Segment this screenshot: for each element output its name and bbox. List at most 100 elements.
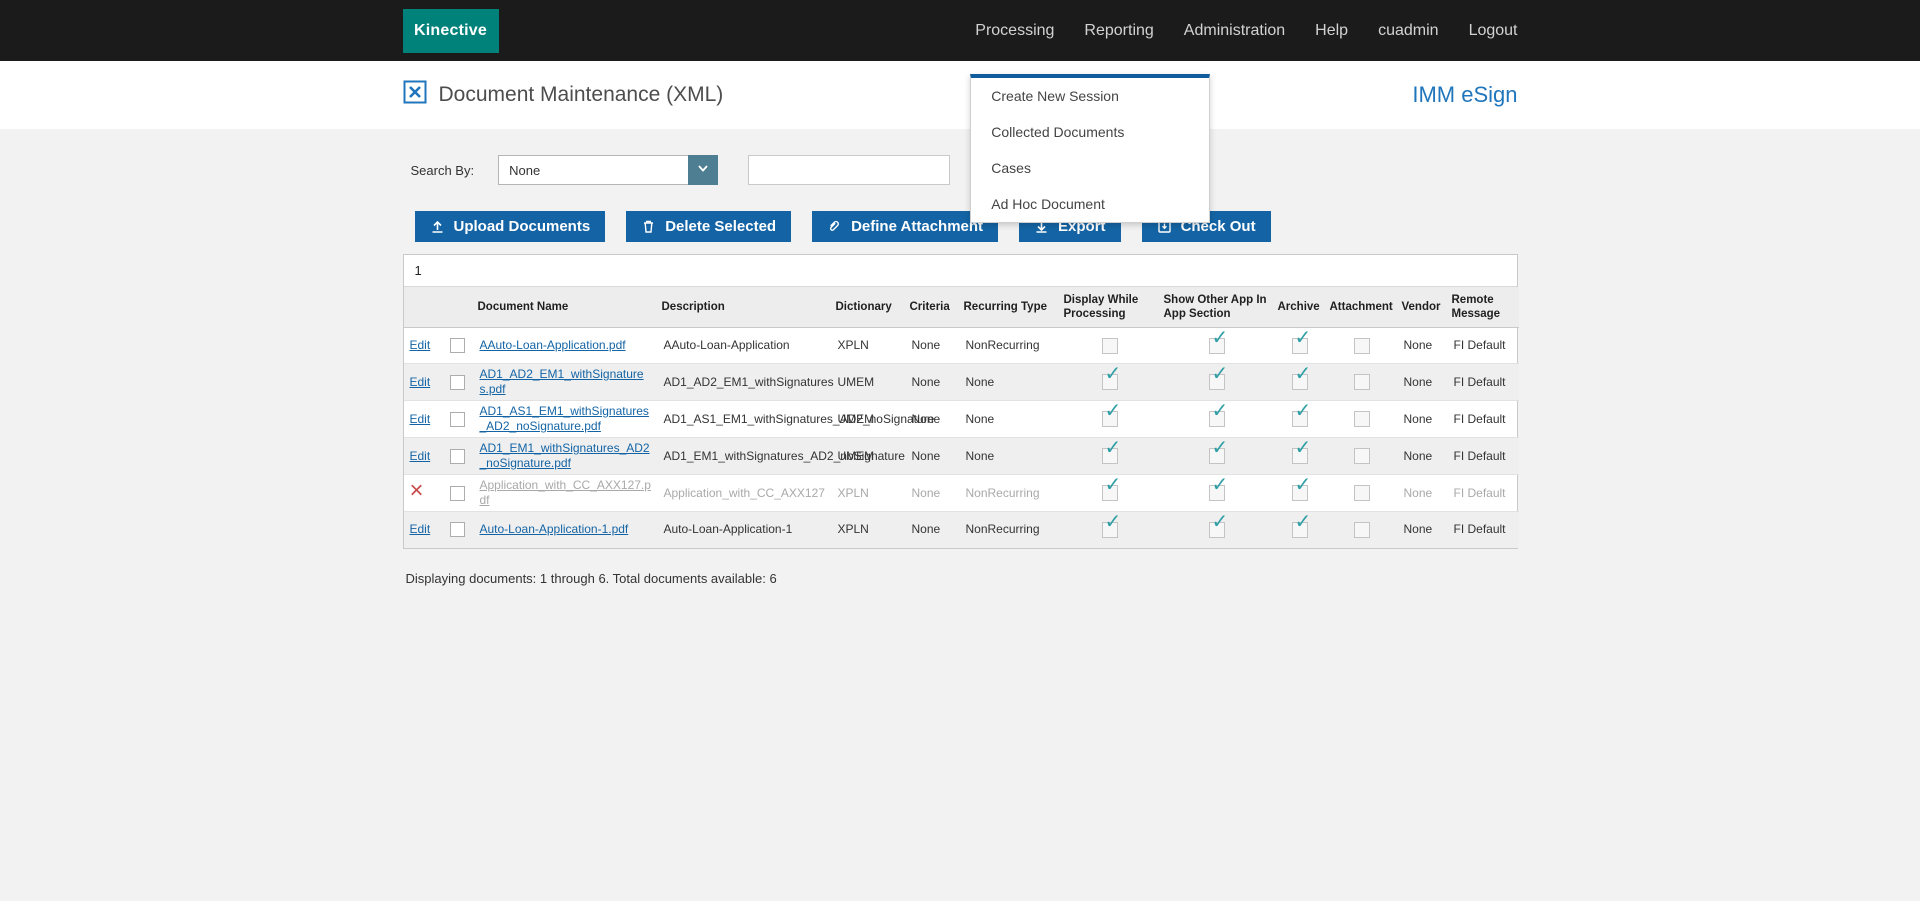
upload-documents-button[interactable]: Upload Documents (415, 211, 606, 242)
column-header-recurring-type: Recurring Type (960, 287, 1060, 328)
attachment-cell (1326, 475, 1398, 512)
display-while-processing-cell (1060, 475, 1160, 512)
row-select-checkbox[interactable] (450, 375, 465, 390)
nav-item-logout[interactable]: Logout (1454, 0, 1518, 61)
trash-icon (641, 219, 656, 234)
dictionary-cell: UMEM (832, 364, 906, 401)
nav-item-processing[interactable]: Processing Create New Session Collected … (960, 0, 1069, 61)
edit-link[interactable]: Edit (410, 522, 431, 536)
row-select-checkbox[interactable] (450, 412, 465, 427)
document-toolbar: Upload Documents Delete Selected Define … (403, 211, 1518, 242)
column-header-archive: Archive (1274, 287, 1326, 328)
archive-checkbox (1292, 338, 1308, 354)
action-cell: Edit (404, 438, 444, 475)
document-name-cell: AD1_AD2_EM1_withSignatures.pdf (474, 364, 658, 401)
display-while-processing-checkbox (1102, 411, 1118, 427)
column-header-dictionary: Dictionary (832, 287, 906, 328)
archive-checkbox (1292, 411, 1308, 427)
document-link[interactable]: Auto-Loan-Application-1.pdf (480, 522, 629, 536)
row-select-checkbox[interactable] (450, 338, 465, 353)
document-link[interactable]: AAuto-Loan-Application.pdf (480, 338, 626, 352)
edit-link[interactable]: Edit (410, 449, 431, 463)
row-select-checkbox[interactable] (450, 486, 465, 501)
document-name-cell: Application_with_CC_AXX127.pdf (474, 475, 658, 512)
search-dropdown-button[interactable] (688, 155, 718, 185)
archive-cell (1274, 475, 1326, 512)
archive-cell (1274, 328, 1326, 364)
display-while-processing-checkbox (1102, 448, 1118, 464)
document-link[interactable]: AD1_EM1_withSignatures_AD2_noSignature.p… (480, 441, 650, 470)
nav-item-help[interactable]: Help (1300, 0, 1363, 61)
delete-selected-button[interactable]: Delete Selected (626, 211, 791, 242)
page-number[interactable]: 1 (415, 263, 422, 278)
nav-item-cuadmin[interactable]: cuadmin (1363, 0, 1453, 61)
attachment-cell (1326, 328, 1398, 364)
select-cell (444, 438, 474, 475)
edit-link[interactable]: Edit (410, 375, 431, 389)
show-other-app-in-app-section-cell (1160, 475, 1274, 512)
document-name-cell: AAuto-Loan-Application.pdf (474, 328, 658, 364)
document-link[interactable]: AD1_AD2_EM1_withSignatures.pdf (480, 367, 644, 396)
edit-link[interactable]: Edit (410, 412, 431, 426)
menu-item-ad-hoc-document[interactable]: Ad Hoc Document (971, 186, 1209, 222)
search-by-select[interactable]: None (498, 155, 718, 185)
table-row: Edit AD1_AS1_EM1_withSignatures_AD2_noSig… (404, 401, 1519, 438)
display-while-processing-checkbox (1102, 374, 1118, 390)
column-header-display-while-processing: Display While Processing (1060, 287, 1160, 328)
description-cell: AD1_EM1_withSignatures_AD2_noSignature (658, 438, 832, 475)
product-name: IMM eSign (1412, 82, 1517, 108)
recurring-type-cell: NonRecurring (960, 475, 1060, 512)
remote-message-cell: FI Default (1448, 328, 1519, 364)
documents-summary: Displaying documents: 1 through 6. Total… (403, 571, 1518, 586)
nav-item-administration[interactable]: Administration (1169, 0, 1300, 61)
recurring-type-cell: NonRecurring (960, 328, 1060, 364)
display-while-processing-cell (1060, 364, 1160, 401)
attachment-cell (1326, 364, 1398, 401)
document-link[interactable]: Application_with_CC_AXX127.pdf (480, 478, 651, 507)
show-other-app-in-app-section-checkbox (1209, 448, 1225, 464)
top-navigation-bar: Kinective Processing Create New Session … (0, 0, 1920, 61)
nav-item-reporting[interactable]: Reporting (1069, 0, 1168, 61)
vendor-cell: None (1398, 328, 1448, 364)
search-by-selected-value[interactable]: None (498, 155, 688, 185)
search-by-label: Search By: (411, 163, 475, 178)
description-cell: Application_with_CC_AXX127 (658, 475, 832, 512)
column-header-document-name: Document Name (474, 287, 658, 328)
menu-item-create-new-session[interactable]: Create New Session (971, 78, 1209, 114)
action-cell: Edit (404, 401, 444, 438)
recurring-type-cell: None (960, 364, 1060, 401)
select-cell (444, 401, 474, 438)
archive-checkbox (1292, 374, 1308, 390)
remote-message-cell: FI Default (1448, 512, 1519, 548)
show-other-app-in-app-section-checkbox (1209, 411, 1225, 427)
main-nav: Processing Create New Session Collected … (960, 0, 1517, 61)
row-select-checkbox[interactable] (450, 522, 465, 537)
show-other-app-in-app-section-checkbox (1209, 338, 1225, 354)
show-other-app-in-app-section-cell (1160, 364, 1274, 401)
search-bar: Search By: None (403, 155, 1518, 185)
attachment-cell (1326, 512, 1398, 548)
document-link[interactable]: AD1_AS1_EM1_withSignatures_AD2_noSignatu… (480, 404, 649, 433)
show-other-app-in-app-section-cell (1160, 328, 1274, 364)
select-cell (444, 328, 474, 364)
criteria-cell: None (906, 438, 960, 475)
search-input[interactable] (748, 155, 950, 185)
recurring-type-cell: None (960, 401, 1060, 438)
criteria-cell: None (906, 364, 960, 401)
action-cell (404, 475, 444, 512)
show-other-app-in-app-section-cell (1160, 512, 1274, 548)
menu-item-collected-documents[interactable]: Collected Documents (971, 114, 1209, 150)
show-other-app-in-app-section-cell (1160, 401, 1274, 438)
attachment-cell (1326, 438, 1398, 475)
row-select-checkbox[interactable] (450, 449, 465, 464)
archive-cell (1274, 512, 1326, 548)
action-cell: Edit (404, 364, 444, 401)
menu-item-cases[interactable]: Cases (971, 150, 1209, 186)
archive-checkbox (1292, 485, 1308, 501)
delete-x-icon[interactable] (410, 484, 424, 502)
display-while-processing-cell (1060, 438, 1160, 475)
column-header-vendor: Vendor (1398, 287, 1448, 328)
edit-link[interactable]: Edit (410, 338, 431, 352)
select-cell (444, 364, 474, 401)
attachment-checkbox (1354, 485, 1370, 501)
